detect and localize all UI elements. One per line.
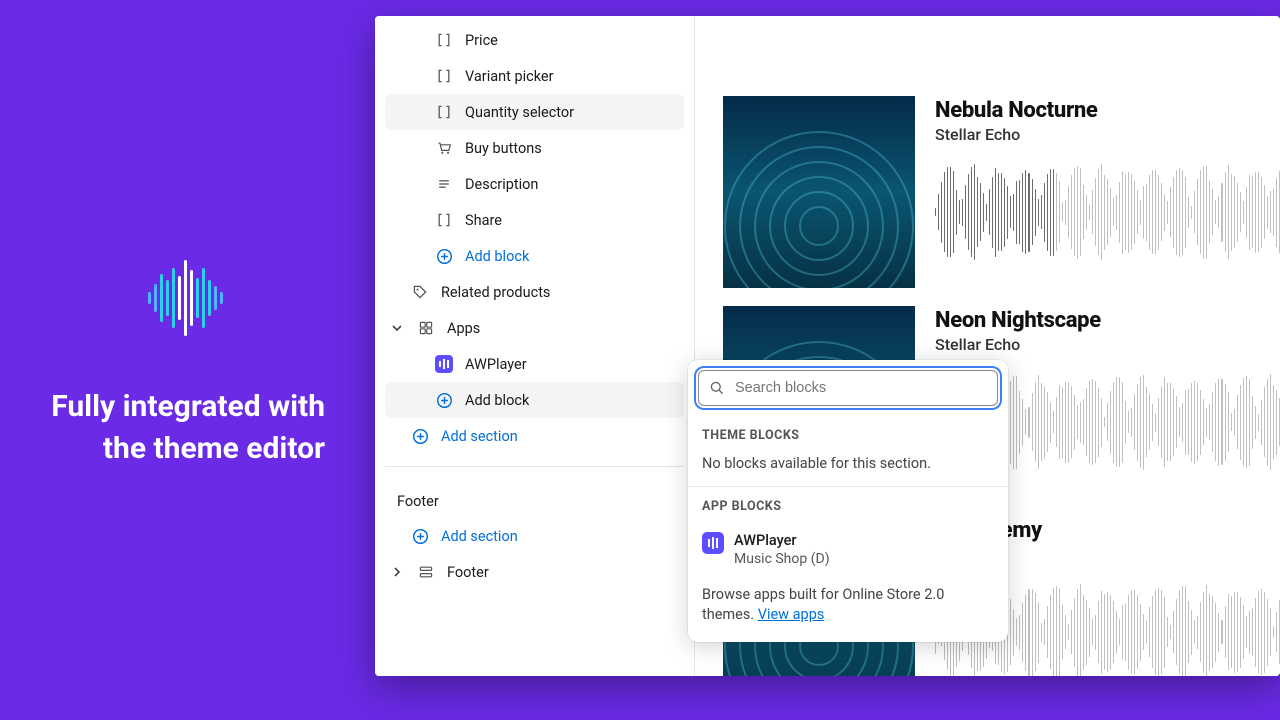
promo-headline: Fully integrated with the theme editor <box>40 386 335 470</box>
plus-circle-icon <box>435 391 453 409</box>
sidebar-related-products[interactable]: Related products <box>385 274 684 310</box>
square-brackets-icon <box>435 211 453 229</box>
add-section-label: Add section <box>441 428 676 445</box>
app-block-sub: Music Shop (D) <box>734 551 830 567</box>
sidebar-apps[interactable]: Apps <box>385 310 684 346</box>
awplayer-label: AWPlayer <box>465 356 676 373</box>
waveform[interactable] <box>935 162 1280 262</box>
section-icon <box>417 563 435 581</box>
promo-panel: Fully integrated with the theme editor <box>0 0 375 720</box>
add-block-popup: THEME BLOCKS No blocks available for thi… <box>688 360 1008 642</box>
app-blocks-heading: APP BLOCKS <box>688 487 1008 522</box>
block-label: Quantity selector <box>465 104 676 121</box>
sidebar-block-item[interactable]: Quantity selector <box>385 94 684 130</box>
add-section-footer-label: Add section <box>441 528 676 545</box>
sidebar-block-item[interactable]: Description <box>385 166 684 202</box>
block-label: Price <box>465 32 676 49</box>
add-block-apps-button[interactable]: Add block <box>385 382 684 418</box>
app-window: Price Variant picker Quantity selector Buy … <box>375 16 1280 676</box>
plus-circle-icon <box>411 527 429 545</box>
add-block-button[interactable]: Add block <box>385 238 684 274</box>
related-products-label: Related products <box>441 284 676 301</box>
sidebar-block-item[interactable]: Share <box>385 202 684 238</box>
plus-circle-icon <box>435 247 453 265</box>
sidebar-block-item[interactable]: Variant picker <box>385 58 684 94</box>
track-artist: Stellar Echo <box>935 335 1280 354</box>
block-label: Buy buttons <box>465 140 676 157</box>
square-brackets-icon <box>435 103 453 121</box>
divider <box>385 466 684 467</box>
add-section-footer-button[interactable]: Add section <box>385 518 684 554</box>
track-cover <box>723 96 915 288</box>
promo-logo <box>140 250 236 346</box>
sidebar-app-awplayer[interactable]: AWPlayer <box>385 346 684 382</box>
footer-heading: Footer <box>385 479 684 518</box>
search-icon <box>709 380 725 396</box>
track-title: Nebula Nocturne <box>935 98 1280 123</box>
lines-icon <box>435 175 453 193</box>
track-title: Neon Nightscape <box>935 308 1280 333</box>
awplayer-icon <box>435 355 453 373</box>
theme-blocks-heading: THEME BLOCKS <box>688 416 1008 451</box>
theme-blocks-empty: No blocks available for this section. <box>688 451 1008 486</box>
awplayer-icon <box>702 532 724 554</box>
app-block-awplayer[interactable]: AWPlayer Music Shop (D) <box>688 522 1008 571</box>
block-label: Share <box>465 212 676 229</box>
cart-icon <box>435 139 453 157</box>
square-brackets-icon <box>435 67 453 85</box>
search-blocks-input-wrap[interactable] <box>698 370 998 406</box>
square-brackets-icon <box>435 31 453 49</box>
add-section-button[interactable]: Add section <box>385 418 684 454</box>
sidebar-block-item[interactable]: Price <box>385 22 684 58</box>
footer-label: Footer <box>447 564 676 581</box>
view-apps-link[interactable]: View apps <box>758 606 825 623</box>
chevron-down-icon <box>389 322 405 334</box>
apps-icon <box>417 319 435 337</box>
track-artist: Stellar Echo <box>935 125 1280 144</box>
block-label: Variant picker <box>465 68 676 85</box>
add-block-label: Add block <box>465 248 676 265</box>
sidebar-footer[interactable]: Footer <box>385 554 684 590</box>
track-item: Nebula Nocturne Stellar Echo <box>695 96 1280 288</box>
app-block-name: AWPlayer <box>734 532 830 549</box>
tag-icon <box>411 283 429 301</box>
add-block-apps-label: Add block <box>465 392 676 409</box>
block-label: Description <box>465 176 676 193</box>
plus-circle-icon <box>411 427 429 445</box>
theme-editor-sidebar: Price Variant picker Quantity selector Buy … <box>375 16 695 676</box>
search-blocks-input[interactable] <box>735 380 987 396</box>
apps-label: Apps <box>447 320 676 337</box>
sidebar-block-item[interactable]: Buy buttons <box>385 130 684 166</box>
browse-apps-text: Browse apps built for Online Store 2.0 t… <box>688 571 1008 642</box>
chevron-right-icon <box>389 566 405 578</box>
